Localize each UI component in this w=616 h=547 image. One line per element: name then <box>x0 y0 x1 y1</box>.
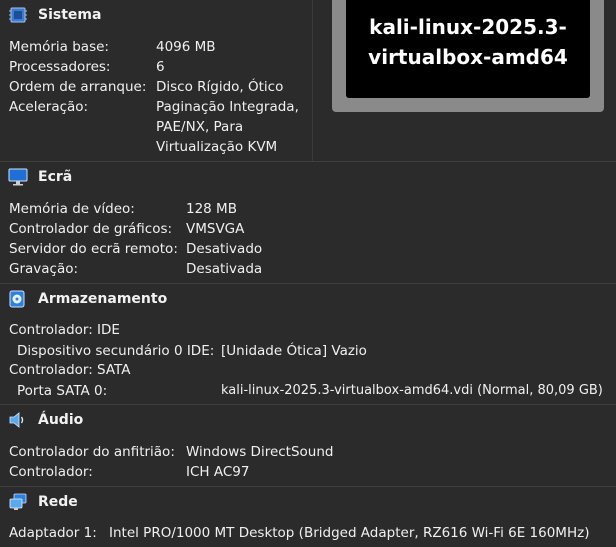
display-graphics-controller-label: Controlador de gráficos: <box>9 221 173 237</box>
section-system: Sistema Memória base: 4096 MB Processado… <box>0 0 616 162</box>
display-recording-value: Desativada <box>186 261 263 277</box>
system-processors-value: 6 <box>156 59 165 75</box>
system-base-memory-label: Memória base: <box>9 39 109 55</box>
network-adapter-value: Intel PRO/1000 MT Desktop (Bridged Adapt… <box>109 525 590 541</box>
section-audio-title: Áudio <box>38 412 84 428</box>
vm-preview: kali-linux-2025.3- virtualbox-amd64 <box>332 0 604 112</box>
storage-ide-device-value: [Unidade Ótica] Vazio <box>221 343 367 359</box>
storage-sata-port-value: kali-linux-2025.3-virtualbox-amd64.vdi (… <box>221 383 603 398</box>
speaker-icon <box>8 411 28 429</box>
preview-divider <box>312 0 313 161</box>
storage-sata-port-label: Porta SATA 0: <box>17 383 108 399</box>
display-graphics-controller-value: VMSVGA <box>186 221 245 237</box>
audio-controller-value: ICH AC97 <box>186 464 250 480</box>
audio-host-driver-label: Controlador do anfitrião: <box>9 444 175 460</box>
storage-ide-device-label: Dispositivo secundário 0 IDE: <box>17 343 215 359</box>
system-acceleration-value: Paginação Integrada, PAE/NX, Para Virtua… <box>156 99 299 155</box>
storage-controller-sata: Controlador: SATA <box>9 362 131 378</box>
section-network: Rede Adaptador 1: Intel PRO/1000 MT Desk… <box>0 487 616 547</box>
network-icon <box>8 493 28 511</box>
display-video-memory-label: Memória de vídeo: <box>9 201 135 217</box>
system-boot-order-label: Ordem de arranque: <box>9 79 147 95</box>
storage-controller-ide: Controlador: IDE <box>9 322 120 338</box>
system-processors-label: Processadores: <box>9 59 111 75</box>
section-storage-title: Armazenamento <box>38 291 168 307</box>
section-storage-header[interactable]: Armazenamento <box>0 284 616 314</box>
network-adapter-label: Adaptador 1: <box>9 525 97 541</box>
section-system-title: Sistema <box>38 7 102 23</box>
section-storage: Armazenamento Controlador: IDE Dispositi… <box>0 284 616 405</box>
monitor-icon <box>8 168 28 186</box>
vm-details-panel: Sistema Memória base: 4096 MB Processado… <box>0 0 616 547</box>
display-remote-server-value: Desativado <box>186 241 263 257</box>
chip-icon <box>8 6 28 24</box>
audio-controller-label: Controlador: <box>9 464 93 480</box>
section-network-header[interactable]: Rede <box>0 487 616 517</box>
system-boot-order-value: Disco Rígido, Ótico <box>156 79 284 95</box>
display-remote-server-label: Servidor do ecrã remoto: <box>9 241 178 257</box>
vm-preview-screen: kali-linux-2025.3- virtualbox-amd64 <box>346 0 590 98</box>
display-recording-label: Gravação: <box>9 261 79 277</box>
system-base-memory-value: 4096 MB <box>156 39 216 55</box>
audio-host-driver-value: Windows DirectSound <box>186 444 334 460</box>
vm-preview-line-2: virtualbox-amd64 <box>368 45 568 69</box>
section-audio-header[interactable]: Áudio <box>0 405 616 435</box>
vm-preview-line-1: kali-linux-2025.3- <box>369 15 567 39</box>
section-display: Ecrã Memória de vídeo: 128 MB Controlado… <box>0 162 616 284</box>
section-display-title: Ecrã <box>38 169 73 185</box>
system-acceleration-label: Aceleração: <box>9 99 89 115</box>
section-network-title: Rede <box>38 494 78 510</box>
display-video-memory-value: 128 MB <box>186 201 237 217</box>
section-audio: Áudio Controlador do anfitrião: Windows … <box>0 405 616 487</box>
vm-preview-text: kali-linux-2025.3- virtualbox-amd64 <box>368 12 568 72</box>
section-display-header[interactable]: Ecrã <box>0 162 616 192</box>
storage-disk-icon <box>8 290 28 308</box>
